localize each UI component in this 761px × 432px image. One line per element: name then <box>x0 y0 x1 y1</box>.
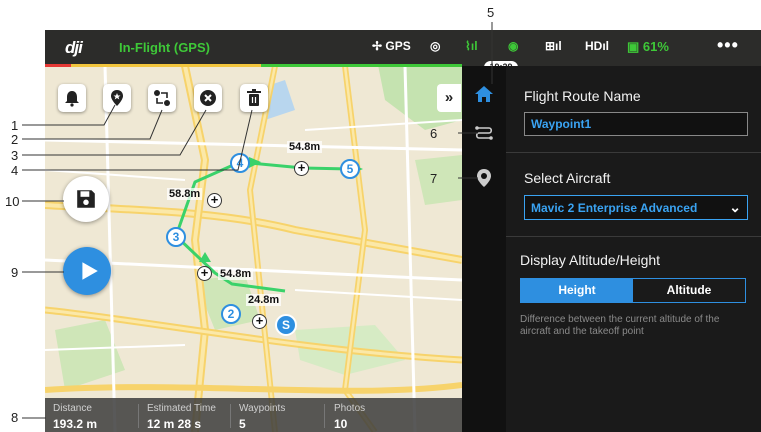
callout-number: 4 <box>11 163 19 178</box>
callout-number: 2 <box>11 132 19 147</box>
callout-number: 5 <box>487 5 495 20</box>
callout-lines <box>22 22 493 419</box>
callout-number: 9 <box>11 265 19 280</box>
callout-number: 8 <box>11 410 19 425</box>
callout-number: 3 <box>11 148 19 163</box>
app-screen: dji In-Flight (GPS) ✢ GPS ◎ ⌇ıl ◉ ⊞ıl HD… <box>0 0 761 432</box>
callout-number: 7 <box>430 171 438 186</box>
callout-number: 10 <box>5 194 20 209</box>
callout-number: 1 <box>11 118 19 133</box>
callout-number: 6 <box>430 126 438 141</box>
